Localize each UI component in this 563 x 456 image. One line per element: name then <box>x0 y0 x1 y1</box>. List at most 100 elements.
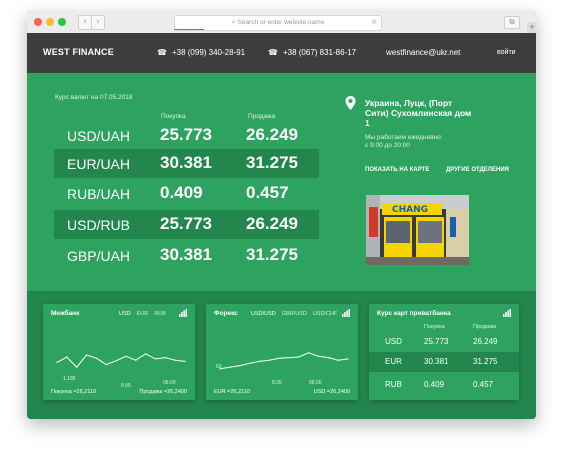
phone-1[interactable]: ☎ +38 (099) 340-28-91 <box>157 48 245 57</box>
forex-data-point <box>327 357 329 359</box>
forex-data-point <box>278 357 280 359</box>
privatbank-buy-header: Покупка <box>424 324 445 330</box>
site-logo[interactable]: WEST FINANCE <box>43 47 114 57</box>
phone-2-number: +38 (067) 831-86-17 <box>282 48 357 57</box>
interbank-data-point <box>66 356 68 358</box>
hours-line-1: Мы работаем ежедневно: <box>365 134 443 141</box>
forex-sell-footer: USD =26,2400 <box>313 389 350 395</box>
branch-hours: Мы работаем ежедневно: с 9:00 до 20:00 <box>365 134 475 150</box>
forex-data-point <box>347 358 349 360</box>
rate-buy: 0.409 <box>160 183 203 202</box>
interbank-data-point <box>125 355 127 357</box>
rate-sell: 31.275 <box>246 153 298 172</box>
email-link[interactable]: westfinance@ukr.net <box>386 48 460 57</box>
interbank-data-point <box>76 366 78 368</box>
interbank-date-label: 8.05 <box>121 383 131 389</box>
interbank-data-point <box>154 358 157 360</box>
rate-pair: GBP/UAH <box>67 248 131 264</box>
sell-column-header: Продажа <box>248 113 276 120</box>
privatbank-currency: RUB <box>385 380 402 389</box>
rate-sell: 26.249 <box>246 125 298 144</box>
forex-chart <box>219 352 349 370</box>
forex-data-point <box>308 352 310 354</box>
interbank-data-point <box>164 357 166 359</box>
privatbank-sell-header: Продажа <box>473 324 496 330</box>
search-icon: ⌕ <box>231 19 236 26</box>
rate-sell: 31.275 <box>246 245 298 264</box>
site-header: WEST FINANCE ☎ +38 (099) 340-28-91 ☎ +38 (… <box>27 33 536 73</box>
branch-address: Украина, Луцк, (Порт Сити) Сухомлинская … <box>365 98 472 128</box>
branch-sign-text: CHANG <box>392 205 428 215</box>
rates-date: Курс валют на 07.05.2018 <box>55 94 133 101</box>
interbank-data-point <box>105 364 107 366</box>
interbank-card: Межбанк USD EUR RUB 1,185 8.05 08.00 Покуп… <box>43 304 195 400</box>
forex-data-point <box>288 357 290 359</box>
forex-data-point <box>337 359 339 361</box>
privatbank-row: RUB 0.409 0.457 <box>369 375 519 395</box>
phone-2[interactable]: ☎ +38 (067) 831-86-17 <box>268 48 356 57</box>
privatbank-card: Курс карт приватбанка Покупка Продажа US… <box>369 304 519 400</box>
privatbank-buy: 30.381 <box>424 357 449 366</box>
rate-pair: USD/RUB <box>67 217 131 233</box>
phone-icon: ☎ <box>157 48 167 57</box>
forex-card: Форекс USD/USD GBR/USD USD/CHF 63 8.05 08.… <box>206 304 358 400</box>
tabs-overview-button[interactable]: ⧉ <box>504 16 520 29</box>
other-branches-link[interactable]: ДРУГИЕ ОТДЕЛЕНИЯ <box>446 167 509 173</box>
rate-buy: 25.773 <box>160 125 212 144</box>
privatbank-currency: USD <box>385 337 402 346</box>
browser-window: ‹ › ⌕ Search or enter website name ⊗ ⧉ + … <box>27 11 536 419</box>
rate-pair: EUR/UAH <box>67 156 131 172</box>
close-window-button[interactable] <box>34 18 42 26</box>
bar-chart-icon[interactable] <box>503 309 511 317</box>
privatbank-sell: 31.275 <box>473 357 498 366</box>
interbank-buy-footer: Покупка =26,2110 <box>51 389 97 395</box>
interbank-data-point <box>115 360 117 362</box>
rate-row: GBP/UAH 30.381 31.275 <box>54 241 319 270</box>
privatbank-buy: 0.409 <box>424 380 445 389</box>
rate-buy: 30.381 <box>160 245 212 264</box>
buy-column-header: Покупка <box>161 113 186 120</box>
interbank-data-point <box>145 353 147 355</box>
forex-data-point <box>248 362 251 364</box>
forex-data-point <box>258 360 260 362</box>
interbank-data-point <box>95 357 97 359</box>
privatbank-buy: 25.773 <box>424 337 449 346</box>
interbank-data-point <box>85 354 88 356</box>
rate-pair: RUB/UAH <box>67 186 131 202</box>
rate-row: USD/RUB 25.773 26.249 <box>54 210 319 239</box>
interbank-sell-footer: Продажа =26,2400 <box>139 389 187 395</box>
interbank-data-point <box>174 359 176 361</box>
forex-data-point <box>229 366 231 368</box>
forex-data-point <box>317 355 320 357</box>
forward-button[interactable]: › <box>91 15 105 30</box>
address-bar[interactable]: ⌕ Search or enter website name ⊗ <box>174 15 382 31</box>
rate-buy: 25.773 <box>160 214 212 233</box>
rate-sell: 26.249 <box>246 214 298 233</box>
forex-data-point <box>268 359 270 361</box>
browser-toolbar: ‹ › ⌕ Search or enter website name ⊗ ⧉ + <box>27 11 536 34</box>
new-tab-button[interactable]: + <box>527 22 536 33</box>
hours-line-2: с 9:00 до 20:00 <box>365 142 410 149</box>
interbank-data-point <box>184 360 186 362</box>
forex-buy-footer: EUR =26,2110 <box>214 389 250 395</box>
zoom-window-button[interactable] <box>58 18 66 26</box>
privatbank-sell: 0.457 <box>473 380 494 389</box>
interbank-low-label: 1,185 <box>63 376 76 382</box>
rate-row: EUR/UAH 30.381 31.275 <box>54 149 319 178</box>
forex-data-point <box>239 365 241 367</box>
privatbank-sell: 26.249 <box>473 337 498 346</box>
minimize-window-button[interactable] <box>46 18 54 26</box>
rate-pair: USD/UAH <box>67 128 131 144</box>
back-button[interactable]: ‹ <box>78 15 92 30</box>
interbank-data-point <box>56 361 58 363</box>
interbank-time-label: 08.00 <box>163 380 176 386</box>
login-button[interactable]: войти <box>497 49 516 56</box>
page-load-progress <box>174 29 204 30</box>
rate-sell: 0.457 <box>246 183 289 202</box>
phone-icon: ☎ <box>268 48 278 57</box>
phone-1-number: +38 (099) 340-28-91 <box>171 48 246 57</box>
show-on-map-link[interactable]: ПОКАЗАТЬ НА КАРТЕ <box>365 167 429 173</box>
address-placeholder: Search or enter website name <box>237 19 325 26</box>
clear-icon[interactable]: ⊗ <box>371 16 377 30</box>
branch-photo: CHANG <box>366 195 469 265</box>
